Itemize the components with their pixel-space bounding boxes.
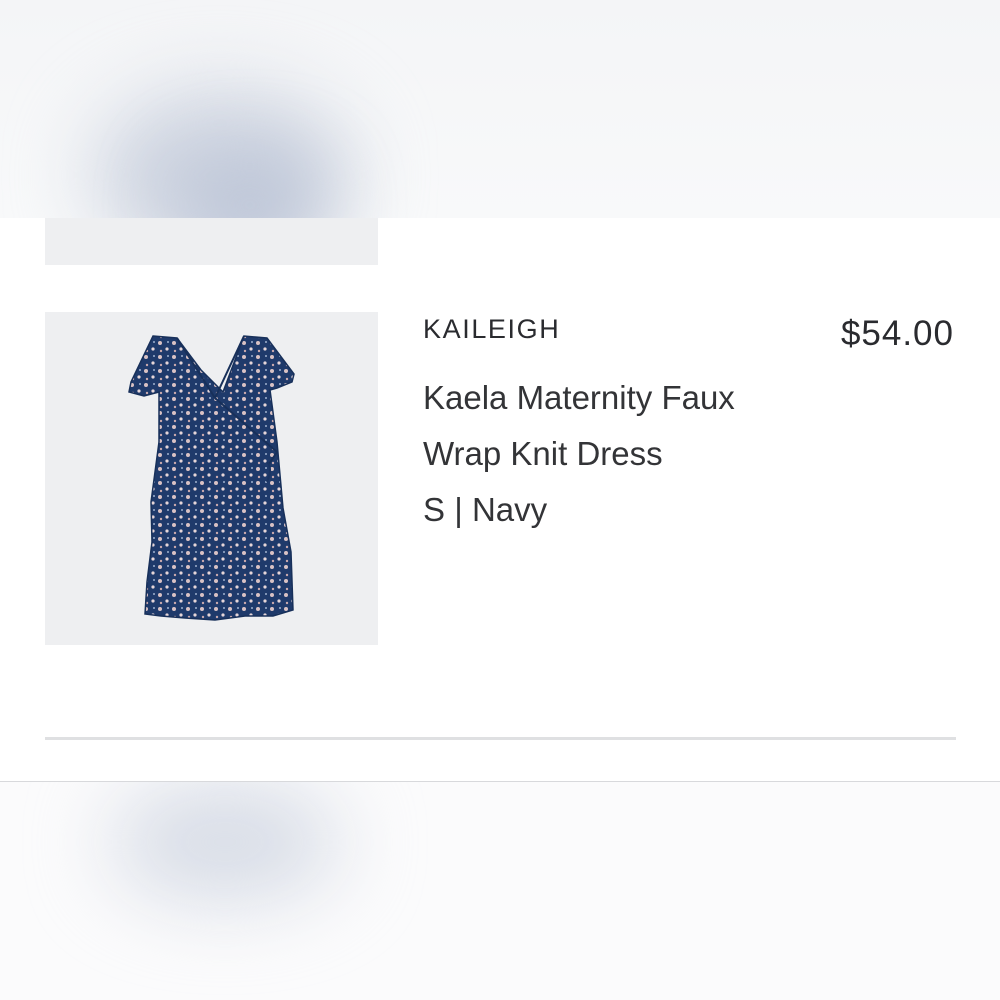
previous-item-image[interactable]	[45, 218, 378, 265]
brand-name: KAILEIGH	[423, 314, 561, 344]
product-image[interactable]	[45, 312, 378, 645]
color-value: Navy	[471, 491, 548, 528]
order-item-card[interactable]: KAILEIGH $54.00 Kaela Maternity Faux Wra…	[0, 218, 1000, 782]
blur-shape	[110, 782, 340, 902]
dress-icon	[128, 335, 295, 621]
variant-separator: |	[454, 491, 463, 528]
product-name[interactable]: Kaela Maternity Faux Wrap Knit Dress	[423, 370, 803, 482]
divider	[45, 737, 956, 740]
blurred-background-bottom	[0, 782, 1000, 1000]
blurred-background-top	[0, 0, 1000, 218]
product-variant: S | Navy	[423, 482, 547, 538]
size-value: S	[423, 491, 446, 528]
item-price: $54.00	[840, 314, 954, 353]
